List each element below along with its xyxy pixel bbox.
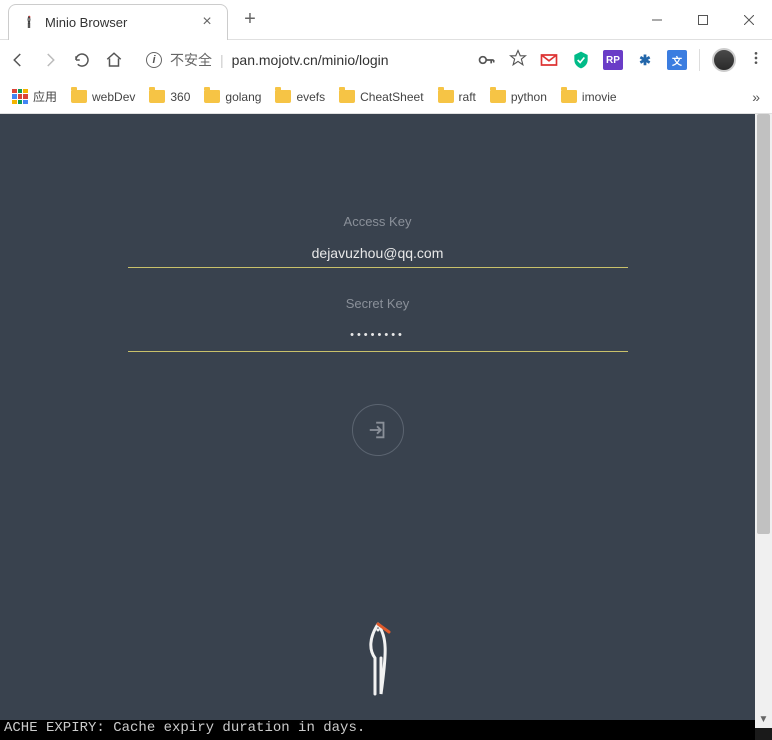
minio-favicon-icon: [21, 14, 37, 30]
separator: [699, 49, 700, 71]
bookmark-folder[interactable]: evefs: [275, 90, 325, 104]
secret-key-input[interactable]: ••••••••: [128, 321, 628, 352]
login-form: Access Key Secret Key ••••••••: [128, 214, 628, 456]
browser-tab[interactable]: Minio Browser ×: [8, 4, 228, 40]
bookmark-folder[interactable]: webDev: [71, 90, 135, 104]
folder-icon: [438, 90, 454, 103]
omnibox[interactable]: i 不安全 | pan.mojotv.cn/minio/login: [136, 45, 465, 75]
translate-extension-icon[interactable]: 文: [667, 50, 687, 70]
adblock-icon[interactable]: [571, 50, 591, 70]
reload-button[interactable]: [72, 50, 92, 70]
access-key-label: Access Key: [128, 214, 628, 229]
password-key-icon[interactable]: [477, 50, 497, 70]
bookmark-folder[interactable]: imovie: [561, 90, 617, 104]
back-button[interactable]: [8, 50, 28, 70]
folder-icon: [490, 90, 506, 103]
profile-avatar[interactable]: [712, 48, 736, 72]
folder-icon: [561, 90, 577, 103]
url-text: pan.mojotv.cn/minio/login: [232, 52, 389, 68]
secret-key-label: Secret Key: [128, 296, 628, 311]
separator: |: [220, 52, 224, 68]
secret-key-field: Secret Key ••••••••: [128, 296, 628, 352]
apps-bookmark[interactable]: 应用: [12, 88, 57, 105]
bookmark-folder[interactable]: python: [490, 90, 547, 104]
folder-icon: [71, 90, 87, 103]
minimize-button[interactable]: [634, 4, 680, 36]
gmail-icon[interactable]: [539, 50, 559, 70]
terminal-fragment: ACHE EXPIRY: Cache expiry duration in da…: [0, 720, 755, 740]
folder-icon: [204, 90, 220, 103]
new-tab-button[interactable]: +: [236, 6, 264, 34]
close-window-button[interactable]: [726, 4, 772, 36]
content-area: Access Key Secret Key •••••••• ▲ ▼: [0, 114, 772, 728]
folder-icon: [149, 90, 165, 103]
scroll-down-icon[interactable]: ▼: [755, 711, 772, 728]
rp-extension-icon[interactable]: RP: [603, 50, 623, 70]
bookmarks-bar: 应用 webDev 360 golang evefs CheatSheet ra…: [0, 80, 772, 114]
home-button[interactable]: [104, 50, 124, 70]
window-controls: [634, 4, 772, 36]
sign-in-icon: [367, 419, 389, 441]
scrollbar[interactable]: ▲ ▼: [755, 114, 772, 728]
bookmark-folder[interactable]: golang: [204, 90, 261, 104]
close-tab-icon[interactable]: ×: [199, 14, 215, 30]
minio-logo-icon: [355, 620, 401, 700]
asterisk-extension-icon[interactable]: ✱: [635, 50, 655, 70]
login-button[interactable]: [352, 404, 404, 456]
access-key-input[interactable]: [128, 239, 628, 268]
maximize-button[interactable]: [680, 4, 726, 36]
folder-icon: [275, 90, 291, 103]
address-bar: i 不安全 | pan.mojotv.cn/minio/login RP ✱ 文: [0, 40, 772, 80]
minio-login-page: Access Key Secret Key ••••••••: [0, 114, 755, 728]
tab-title: Minio Browser: [45, 15, 199, 30]
access-key-field: Access Key: [128, 214, 628, 268]
folder-icon: [339, 90, 355, 103]
bookmark-folder[interactable]: raft: [438, 90, 476, 104]
bookmarks-overflow-icon[interactable]: »: [752, 89, 760, 105]
menu-icon[interactable]: [748, 50, 764, 71]
titlebar: Minio Browser × +: [0, 0, 772, 40]
bookmark-star-icon[interactable]: [509, 49, 527, 72]
apps-grid-icon: [12, 89, 28, 105]
bookmark-folder[interactable]: CheatSheet: [339, 90, 423, 104]
scrollbar-thumb[interactable]: [757, 114, 770, 534]
forward-button[interactable]: [40, 50, 60, 70]
security-text: 不安全: [170, 50, 212, 70]
info-icon[interactable]: i: [146, 52, 162, 68]
bookmark-folder[interactable]: 360: [149, 90, 190, 104]
apps-label: 应用: [33, 88, 57, 105]
